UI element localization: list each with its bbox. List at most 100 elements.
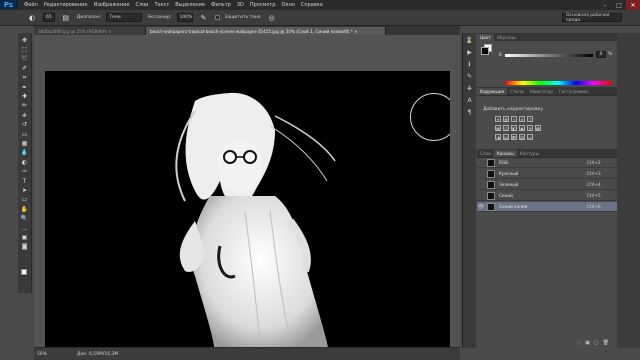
menu-layers[interactable]: Слои bbox=[135, 2, 148, 8]
protect-tones-checkbox[interactable] bbox=[214, 15, 220, 20]
color-lookup-icon[interactable]: ▩ bbox=[535, 125, 541, 131]
exposure-input[interactable]: 100% bbox=[176, 13, 193, 22]
menu-type[interactable]: Текст bbox=[154, 2, 169, 8]
maximize-button[interactable]: □ bbox=[612, 0, 626, 10]
pressure-icon[interactable]: ◎ bbox=[266, 13, 278, 23]
menu-edit[interactable]: Редактирование bbox=[44, 2, 88, 8]
tab-paths[interactable]: Контуры bbox=[517, 150, 542, 157]
color-value-input[interactable]: 0 bbox=[596, 51, 606, 58]
menu-select[interactable]: Выделение bbox=[175, 2, 205, 8]
shape-tool-icon[interactable]: ▭ bbox=[19, 196, 31, 205]
channel-row[interactable]: Зеленый Ctrl+4 bbox=[477, 180, 617, 190]
threshold-icon[interactable]: ◩ bbox=[511, 134, 517, 140]
clone-source-panel-icon[interactable]: ⎈ bbox=[464, 83, 475, 94]
menu-file[interactable]: Файл bbox=[24, 2, 38, 8]
tab-color[interactable]: Цвет bbox=[477, 34, 494, 41]
zoom-level[interactable]: 50% bbox=[37, 352, 47, 357]
foreground-color-swatch[interactable] bbox=[21, 269, 27, 275]
brush-tool-icon[interactable]: ✏ bbox=[19, 102, 31, 111]
clone-stamp-tool-icon[interactable]: ⎈ bbox=[19, 111, 31, 120]
menu-filter[interactable]: Фильтр bbox=[211, 2, 231, 8]
edit-toolbar-icon[interactable]: ▣ bbox=[19, 233, 31, 242]
save-selection-icon[interactable]: ▣ bbox=[585, 340, 590, 346]
character-panel-icon[interactable]: A bbox=[464, 95, 475, 106]
posterize-icon[interactable]: ▤ bbox=[503, 134, 509, 140]
menu-window[interactable]: Окно bbox=[282, 2, 295, 8]
color-balance-icon[interactable]: ⚖ bbox=[503, 125, 509, 131]
levels-icon[interactable]: ▥ bbox=[503, 116, 509, 122]
range-select[interactable]: Тени bbox=[106, 13, 143, 22]
gradient-tool-icon[interactable]: ▦ bbox=[19, 139, 31, 148]
channel-mixer-icon[interactable]: ⊕ bbox=[527, 125, 533, 131]
trash-icon[interactable]: 🗑 bbox=[603, 340, 609, 346]
visibility-icon[interactable] bbox=[477, 191, 485, 201]
more-tools-icon[interactable]: … bbox=[19, 224, 31, 233]
tab-swatches[interactable]: Образцы bbox=[494, 34, 520, 41]
path-select-tool-icon[interactable]: ➤ bbox=[19, 186, 31, 195]
exposure-icon[interactable]: ± bbox=[519, 116, 525, 122]
properties-panel-icon[interactable]: ℹ bbox=[464, 59, 475, 70]
history-brush-tool-icon[interactable]: ↺ bbox=[19, 121, 31, 130]
close-button[interactable]: ✕ bbox=[626, 0, 640, 10]
tab-channels[interactable]: Каналы bbox=[493, 150, 517, 157]
brush-panel-icon[interactable]: ✎ bbox=[464, 71, 475, 82]
menu-view[interactable]: Просмотр bbox=[250, 2, 276, 8]
lasso-tool-icon[interactable]: ➰ bbox=[19, 55, 31, 64]
channel-row[interactable]: Синий Ctrl+5 bbox=[477, 191, 617, 201]
selective-color-icon[interactable]: ▨ bbox=[519, 134, 525, 140]
tab-document-2[interactable]: beach-wallpapers-tropical-beach-scenes-w… bbox=[146, 27, 386, 35]
zoom-tool-icon[interactable]: 🔍 bbox=[19, 214, 31, 223]
paragraph-panel-icon[interactable]: ¶ bbox=[464, 107, 475, 118]
color-spectrum[interactable] bbox=[505, 81, 611, 85]
brush-panel-icon[interactable]: ▤ bbox=[60, 13, 72, 23]
load-selection-icon[interactable]: ◌ bbox=[577, 340, 581, 346]
pen-tool-icon[interactable]: ✑ bbox=[19, 167, 31, 176]
airbrush-icon[interactable]: ✎ bbox=[198, 13, 210, 23]
invert-icon[interactable]: ◑ bbox=[495, 134, 501, 140]
tab-layers[interactable]: Слои bbox=[477, 150, 494, 157]
document-canvas[interactable] bbox=[45, 71, 450, 356]
quick-select-tool-icon[interactable]: ✐ bbox=[19, 64, 31, 73]
workspace-select[interactable]: Основная рабочая среда bbox=[562, 13, 622, 23]
hand-tool-icon[interactable]: ✋ bbox=[19, 205, 31, 214]
hue-saturation-icon[interactable]: ▦ bbox=[495, 125, 501, 131]
history-panel-icon[interactable]: ⌛ bbox=[464, 35, 475, 46]
quick-mask-icon[interactable]: ◙ bbox=[19, 243, 31, 252]
photo-filter-icon[interactable]: ◉ bbox=[519, 125, 525, 131]
new-channel-icon[interactable]: ▢ bbox=[594, 340, 599, 346]
crop-tool-icon[interactable]: ⌗ bbox=[19, 74, 31, 83]
black-white-icon[interactable]: ◧ bbox=[511, 125, 517, 131]
tab-document-1[interactable]: 3840x2400.jpg @ 25% (RGB/8#) × bbox=[34, 27, 146, 35]
burn-tool-icon[interactable]: ◐ bbox=[26, 13, 38, 23]
visibility-icon[interactable] bbox=[477, 169, 485, 179]
foreground-color-chip[interactable] bbox=[481, 47, 489, 55]
channel-row[interactable]: RGB Ctrl+2 bbox=[477, 158, 617, 168]
brightness-contrast-icon[interactable]: ☀ bbox=[495, 116, 501, 122]
blur-tool-icon[interactable]: 💧 bbox=[19, 149, 31, 158]
visibility-icon[interactable] bbox=[477, 180, 485, 190]
curves-icon[interactable]: ∿ bbox=[511, 116, 517, 122]
healing-tool-icon[interactable]: ✚ bbox=[19, 92, 31, 101]
color-slider[interactable] bbox=[505, 54, 593, 57]
type-tool-icon[interactable]: T bbox=[19, 177, 31, 186]
tab-adjustments[interactable]: Коррекция bbox=[477, 88, 508, 95]
dodge-tool-icon[interactable]: ◐ bbox=[19, 158, 31, 167]
visibility-icon[interactable] bbox=[477, 158, 485, 168]
channel-row[interactable]: 👁 Синий копия Ctrl+6 bbox=[477, 202, 617, 212]
brush-size-picker[interactable]: 65 bbox=[43, 13, 55, 22]
marquee-tool-icon[interactable]: ⬚ bbox=[19, 45, 31, 54]
eyedropper-tool-icon[interactable]: ✒ bbox=[19, 83, 31, 92]
canvas-area[interactable] bbox=[34, 35, 460, 356]
vibrance-icon[interactable]: ▽ bbox=[527, 116, 533, 122]
tab-styles[interactable]: Стили bbox=[507, 88, 526, 95]
eye-icon[interactable]: 👁 bbox=[477, 202, 485, 212]
tab-histogram[interactable]: Гистограмма bbox=[556, 88, 591, 95]
menu-help[interactable]: Справка bbox=[301, 2, 323, 8]
menu-3d[interactable]: 3D bbox=[237, 2, 244, 8]
actions-panel-icon[interactable]: ▶ bbox=[464, 47, 475, 58]
eraser-tool-icon[interactable]: ▭ bbox=[19, 130, 31, 139]
minimize-button[interactable]: – bbox=[598, 0, 612, 10]
tab-navigator[interactable]: Навигатор bbox=[527, 88, 556, 95]
channel-row[interactable]: Красный Ctrl+3 bbox=[477, 169, 617, 179]
move-tool-icon[interactable]: ✥ bbox=[19, 36, 31, 45]
